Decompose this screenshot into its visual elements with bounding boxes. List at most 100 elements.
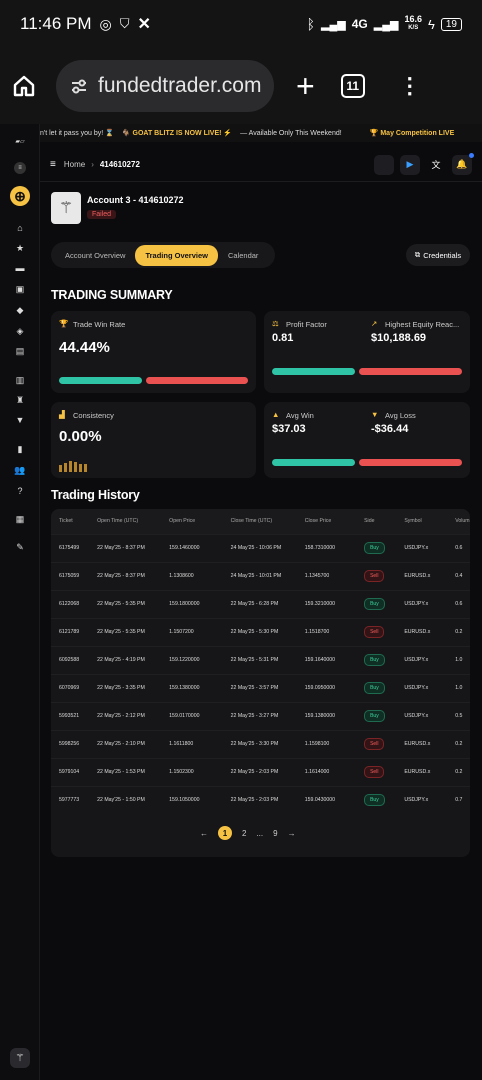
folder-icon[interactable]: ▬ [15, 263, 25, 273]
table-row[interactable]: 5998256 22 May'25 - 2:10 PM 1.1611800 22 Ma… [51, 729, 470, 758]
table-cell: 1.0 [447, 645, 470, 674]
prev-page-button[interactable]: ← [200, 829, 208, 838]
table-row[interactable]: 6070969 22 May'25 - 3:35 PM 159.1380000 22 … [51, 673, 470, 702]
table-cell: 5998256 [51, 729, 90, 758]
briefcase-icon[interactable]: ▣ [15, 284, 25, 294]
column-header: Close Time (UTC) [222, 509, 297, 534]
wrench-icon[interactable]: ✎ [15, 542, 25, 552]
site-settings-icon[interactable] [70, 77, 88, 95]
tab-account-overview[interactable]: Account Overview [55, 245, 135, 266]
hamburger-icon[interactable]: ≡ [50, 159, 56, 170]
whatsapp-icon: ◎ [99, 15, 112, 32]
side-badge: Buy [364, 682, 385, 694]
side-badge: Buy [364, 542, 385, 554]
column-header: Open Time (UTC) [89, 509, 162, 534]
profit-equity-card: ⚖ Profit Factor ↗ Highest Equity Reac...… [264, 311, 470, 393]
new-tab-icon[interactable]: + [296, 68, 315, 105]
network-type: 4G [351, 17, 368, 31]
credentials-label: Credentials [423, 250, 462, 260]
users-icon[interactable]: 👥 [14, 465, 25, 475]
table-cell: 22 May'25 - 5:31 PM [222, 645, 297, 674]
table-row[interactable]: 6121789 22 May'25 - 5:35 PM 1.1507200 22 Ma… [51, 617, 470, 646]
home-nav-icon[interactable]: ⌂ [15, 223, 25, 233]
table-cell: USDJPY.x [396, 533, 448, 562]
ticker-item[interactable]: 🐐 GOAT BLITZ IS NOW LIVE! ⚡ [122, 129, 232, 137]
table-cell: Buy [356, 785, 397, 814]
table-row[interactable]: 6175059 22 May'25 - 8:37 PM 1.1308600 24 Ma… [51, 561, 470, 590]
page-button[interactable]: 1 [218, 826, 232, 840]
play-store-icon[interactable]: ▶ [400, 154, 420, 175]
home-icon[interactable] [12, 74, 36, 98]
ticker-item[interactable]: 🏆 May Competition LIVE [370, 129, 455, 137]
table-cell: EURUSD.x [396, 561, 448, 590]
document-icon[interactable]: ▤ [15, 346, 25, 356]
win-rate-card: 🏆 Trade Win Rate 44.44% [51, 311, 256, 393]
star-icon[interactable]: ★ [15, 243, 25, 253]
side-badge: Sell [364, 766, 385, 778]
page-button[interactable]: 9 [273, 829, 277, 838]
loss-bar [146, 377, 248, 384]
table-row[interactable]: 5993521 22 May'25 - 2:12 PM 159.0170000 22 … [51, 701, 470, 730]
table-cell: Buy [356, 589, 397, 618]
bell-icon[interactable]: 🔔 [452, 152, 474, 175]
tab-calendar[interactable]: Calendar [218, 245, 268, 266]
table-row[interactable]: 6175499 22 May'25 - 8:37 PM 159.1460000 24 … [51, 533, 470, 562]
table-cell: 24 May'25 - 10:01 PM [222, 561, 297, 590]
table-cell: EURUSD.x [396, 757, 448, 786]
loss-bar [359, 368, 462, 375]
table-cell: Sell [356, 729, 397, 758]
translate-icon[interactable]: 文 [426, 155, 446, 175]
brand-badge-icon: ⚚ [10, 1048, 30, 1068]
credentials-button[interactable]: ⧉ Credentials [406, 244, 470, 266]
table-cell: 0.6 [447, 533, 470, 562]
address-bar[interactable]: fundedtrader.com [56, 60, 274, 112]
chart-icon[interactable]: ▥ [15, 375, 25, 385]
win-rate-label: Trade Win Rate [73, 320, 126, 329]
table-row[interactable]: 6122068 22 May'25 - 5:35 PM 159.1800000 22 … [51, 589, 470, 618]
table-cell: 158.7310000 [296, 533, 357, 562]
side-badge: Sell [364, 738, 385, 750]
trophy-icon[interactable]: ♜ [15, 395, 25, 405]
table-cell: Sell [356, 617, 397, 646]
next-page-button[interactable]: → [288, 829, 296, 838]
caret-up-icon: ▲ [272, 410, 280, 419]
sidebar: ▰▱ ≡ ⊕ ⌂ ★ ▬ ▣ ◆ ◈ ▤ ▥ ♜ ▼ ▮ 👥 ? ▦ ✎ ⚚ [0, 124, 40, 1080]
gem-icon[interactable]: ▼ [15, 415, 25, 425]
apps-icon[interactable]: ▦ [15, 514, 25, 524]
tab-switcher[interactable]: 11 [340, 74, 365, 98]
avg-loss-value: -$36.44 [371, 423, 409, 435]
tag-icon[interactable]: ◈ [15, 326, 25, 336]
help-icon[interactable]: ? [15, 486, 25, 496]
table-cell: USDJPY.x [396, 701, 448, 730]
more-menu-icon[interactable]: ⋮ [399, 75, 421, 97]
highest-equity-value: $10,188.69 [371, 332, 427, 344]
table-cell: 6175499 [51, 533, 90, 562]
table-cell: 5977773 [51, 785, 90, 814]
table-cell: 159.1380000 [296, 701, 357, 730]
diamond-icon[interactable]: ◆ [15, 305, 25, 315]
table-cell: 22 May'25 - 5:35 PM [89, 589, 162, 618]
apple-icon[interactable] [374, 154, 394, 175]
tab-trading-overview[interactable]: Trading Overview [135, 244, 218, 266]
table-row[interactable]: 5979104 22 May'25 - 1:53 PM 1.1502300 22 Ma… [51, 757, 470, 786]
breadcrumb-home[interactable]: Home [64, 160, 85, 169]
overview-tabs: Account Overview Trading Overview Calend… [51, 242, 275, 268]
status-bar: 11:46 PM ◎ ⛉ ✕ ᛒ ▂▄▆ 4G ▂▄▆ 16.6 K/S ϟ 19 [0, 0, 482, 48]
table-cell: 22 May'25 - 4:19 PM [89, 645, 162, 674]
browser-toolbar: fundedtrader.com + 11 ⋮ [0, 48, 482, 124]
table-row[interactable]: 5977773 22 May'25 - 1:50 PM 159.1050000 22 … [51, 785, 470, 814]
table-cell: 22 May'25 - 6:28 PM [222, 589, 297, 618]
menu-icon[interactable]: ≡ [14, 162, 26, 174]
column-header: Volum [447, 509, 470, 534]
page-icon[interactable]: ▮ [15, 444, 25, 454]
account-status-badge: Failed [87, 210, 117, 219]
side-badge: Buy [364, 654, 385, 666]
table-cell: 22 May'25 - 3:57 PM [222, 673, 297, 702]
table-cell: 22 May'25 - 5:30 PM [222, 617, 297, 646]
table-row[interactable]: 6092588 22 May'25 - 4:19 PM 159.1220000 22 … [51, 645, 470, 674]
add-account-icon[interactable]: ⊕ [10, 186, 30, 206]
account-avatar: ⚚ [51, 192, 81, 224]
page-button[interactable]: 2 [242, 829, 246, 838]
table-cell: Sell [356, 757, 397, 786]
pagination: ← 1 2 ... 9 → [200, 826, 296, 840]
